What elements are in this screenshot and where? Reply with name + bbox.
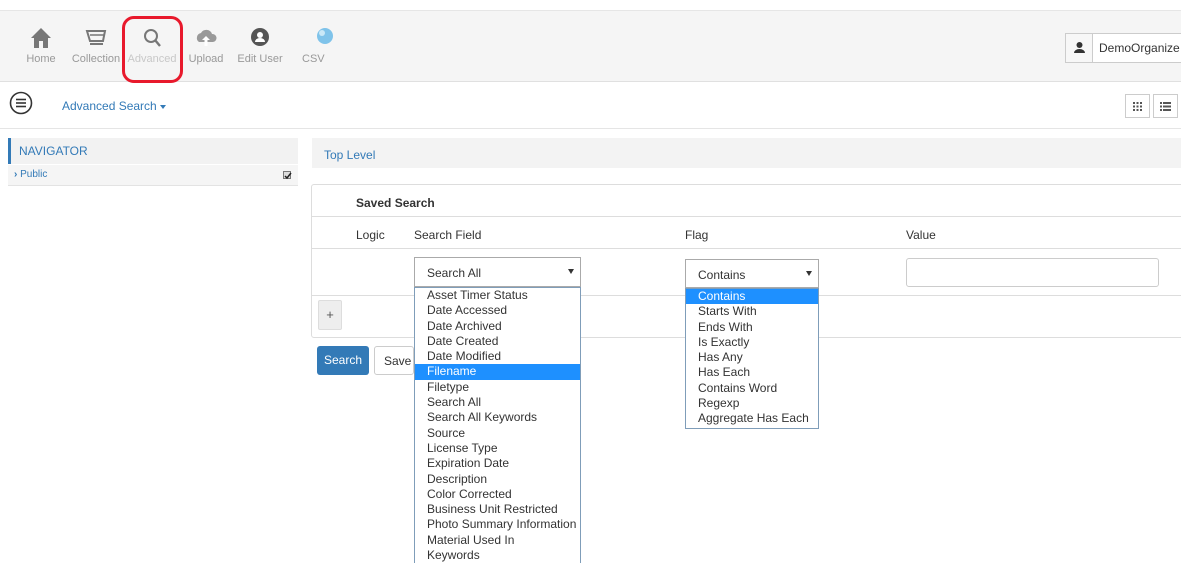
add-row-button[interactable]: + [318,300,342,330]
grid-view-button[interactable] [1125,94,1150,118]
search-field-option[interactable]: Asset Timer Status [415,288,580,303]
upload-label: Upload [188,53,224,65]
search-field-option[interactable]: License Type [415,441,580,456]
upload-button[interactable]: Upload [181,25,231,65]
sidebar-item-label: Public [20,169,48,180]
advanced-search-label: Advanced Search [62,99,157,113]
csv-label: CSV [302,53,325,65]
user-icon [1066,34,1093,62]
grid-icon [1133,102,1142,111]
home-label: Home [26,53,56,65]
search-field-option[interactable]: Keywords [415,548,580,563]
search-field-option[interactable]: Description [415,472,580,487]
navigator-sidebar: NAVIGATOR › Public [8,138,298,186]
list-view-button[interactable] [1153,94,1178,118]
flag-option[interactable]: Has Any [686,350,818,365]
search-field-option[interactable]: Filename [415,364,580,380]
breadcrumb: Top Level [312,138,1181,168]
save-button[interactable]: Save [374,346,414,375]
top-toolbar: Home Collection Advanced Upload Edit Use… [0,10,1181,83]
sidebar-item-public[interactable]: › Public [8,165,298,186]
user-name: DemoOrganize [1099,41,1180,55]
user-menu[interactable]: DemoOrganize [1065,33,1181,63]
value-input[interactable] [906,258,1159,287]
divider [312,216,1181,217]
flag-option[interactable]: Aggregate Has Each [686,411,818,426]
search-field-option[interactable]: Material Used In [415,533,580,548]
home-button[interactable]: Home [16,25,66,65]
search-field-option[interactable]: Search All [415,395,580,410]
flag-selected: Contains [698,268,746,282]
globe-icon [317,28,333,44]
flag-option[interactable]: Ends With [686,320,818,335]
search-field-option[interactable]: Photo Summary Information [415,517,580,532]
search-field-selected: Search All [427,266,482,280]
search-field-option[interactable]: Color Corrected [415,487,580,502]
upload-cloud-icon [196,29,217,46]
caret-down-icon [568,269,574,274]
flag-option[interactable]: Contains Word [686,381,818,396]
caret-down-icon [159,104,166,109]
collection-button[interactable]: Collection [71,25,121,65]
public-checkbox[interactable] [283,171,292,180]
advanced-highlight-annotation [122,16,183,83]
list-icon [1160,102,1171,111]
column-header-search-field: Search Field [414,228,482,242]
search-field-option[interactable]: Expiration Date [415,456,580,471]
column-header-logic: Logic [356,228,385,242]
divider [312,248,1181,249]
chevron-right-icon: › [14,169,18,180]
sub-toolbar: Advanced Search [0,83,1181,129]
column-header-flag: Flag [685,228,709,242]
flag-option[interactable]: Regexp [686,396,818,411]
breadcrumb-top-level[interactable]: Top Level [324,148,375,162]
flag-options-list: Contains Starts With Ends With Is Exactly Ha… [685,288,819,429]
search-field-option[interactable]: Business Unit Restricted [415,502,580,517]
caret-down-icon [806,271,812,276]
advanced-search-dropdown[interactable]: Advanced Search [62,99,166,113]
collection-label: Collection [71,53,121,65]
search-field-option[interactable]: Source [415,426,580,441]
search-field-option[interactable]: Date Accessed [415,303,580,318]
search-field-option[interactable]: Date Created [415,334,580,349]
search-button[interactable]: Search [317,346,369,375]
flag-option[interactable]: Starts With [686,304,818,319]
search-field-select[interactable]: Search All [414,257,581,287]
search-field-option[interactable]: Date Modified [415,349,580,364]
user-circle-icon [251,28,269,46]
flag-select[interactable]: Contains [685,259,819,288]
search-field-option[interactable]: Search All Keywords [415,410,580,425]
navigator-header: NAVIGATOR [8,138,298,164]
search-field-option[interactable]: Date Archived [415,319,580,334]
edit-user-label: Edit User [237,53,283,65]
column-header-value: Value [906,228,936,242]
csv-button[interactable]: CSV [300,25,350,65]
edit-user-button[interactable]: Edit User [235,25,285,65]
flag-option[interactable]: Has Each [686,365,818,380]
home-icon [31,28,51,48]
hamburger-menu-icon[interactable] [9,91,33,115]
search-field-options-list: Asset Timer Status Date Accessed Date Arch… [414,287,581,563]
flag-option[interactable]: Contains [686,289,818,305]
search-field-option[interactable]: Filetype [415,380,580,395]
cart-icon [85,30,107,45]
saved-search-title: Saved Search [356,196,435,210]
flag-option[interactable]: Is Exactly [686,335,818,350]
